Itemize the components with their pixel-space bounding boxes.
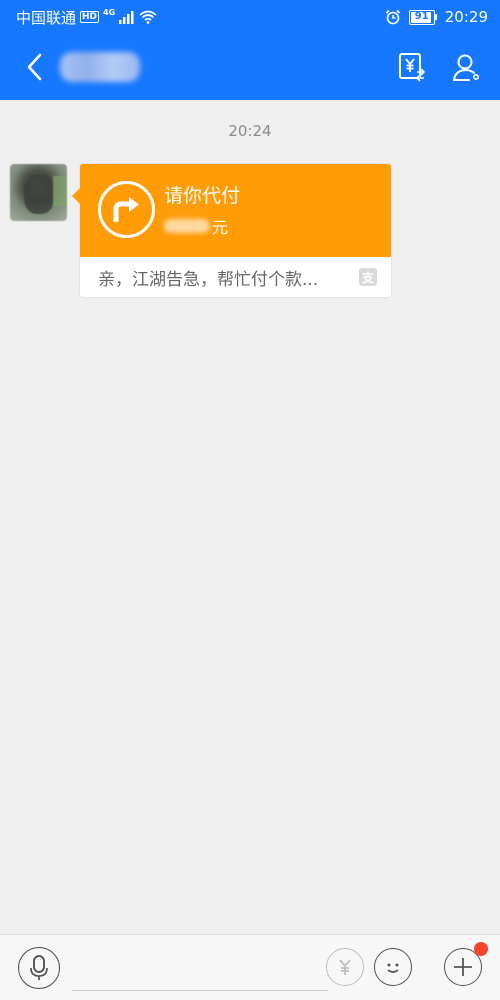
alipay-logo-icon: 支 xyxy=(359,268,377,286)
nav-actions xyxy=(396,51,482,83)
message-timestamp: 20:24 xyxy=(228,122,272,140)
status-bar: 中国联通 HD 4G 91 20:29 xyxy=(0,0,500,34)
transfer-bill-button[interactable] xyxy=(396,51,428,83)
status-time: 20:29 xyxy=(444,8,488,26)
yuan-icon xyxy=(339,959,351,975)
emoji-icon xyxy=(387,963,399,973)
battery-icon: 91 xyxy=(408,9,437,25)
nav-bar xyxy=(0,34,500,100)
emoji-button[interactable] xyxy=(374,948,412,986)
bubble-pointer xyxy=(72,188,80,204)
status-right: 91 20:29 xyxy=(385,8,488,26)
plus-icon xyxy=(454,958,472,976)
voice-button[interactable] xyxy=(18,947,60,989)
avatar[interactable] xyxy=(10,164,67,221)
profile-button[interactable] xyxy=(450,51,482,83)
chat-area[interactable]: 20:24 请你代付 元 亲，江湖告急，帮忙付个款... 支 xyxy=(0,100,500,934)
alarm-icon xyxy=(385,9,400,25)
microphone-icon xyxy=(30,955,48,980)
bill-icon xyxy=(399,53,426,82)
contact-name-redacted xyxy=(60,52,140,82)
status-left: 中国联通 HD 4G xyxy=(16,7,157,28)
amount-unit: 元 xyxy=(212,218,229,237)
card-header: 请你代付 元 xyxy=(80,164,391,257)
battery-level: 91 xyxy=(414,10,429,22)
card-description: 亲，江湖告急，帮忙付个款... xyxy=(98,269,319,290)
signal-icon xyxy=(119,10,134,24)
network-type: 4G xyxy=(103,7,116,17)
carrier-name: 中国联通 xyxy=(16,8,77,27)
back-icon xyxy=(27,53,42,81)
share-arrow-icon xyxy=(98,181,155,238)
card-title: 请你代付 xyxy=(164,185,241,207)
hd-badge: HD xyxy=(80,11,100,23)
back-button[interactable] xyxy=(14,34,54,100)
input-bar xyxy=(0,934,500,1000)
payment-request-card[interactable]: 请你代付 元 亲，江湖告急，帮忙付个款... 支 xyxy=(72,164,391,297)
notification-dot xyxy=(474,942,488,956)
transfer-button[interactable] xyxy=(326,948,364,986)
profile-icon xyxy=(453,54,479,81)
wifi-icon xyxy=(139,10,157,24)
amount-redacted xyxy=(164,219,210,233)
message-input[interactable] xyxy=(72,990,328,991)
card-amount: 元 xyxy=(164,214,228,238)
